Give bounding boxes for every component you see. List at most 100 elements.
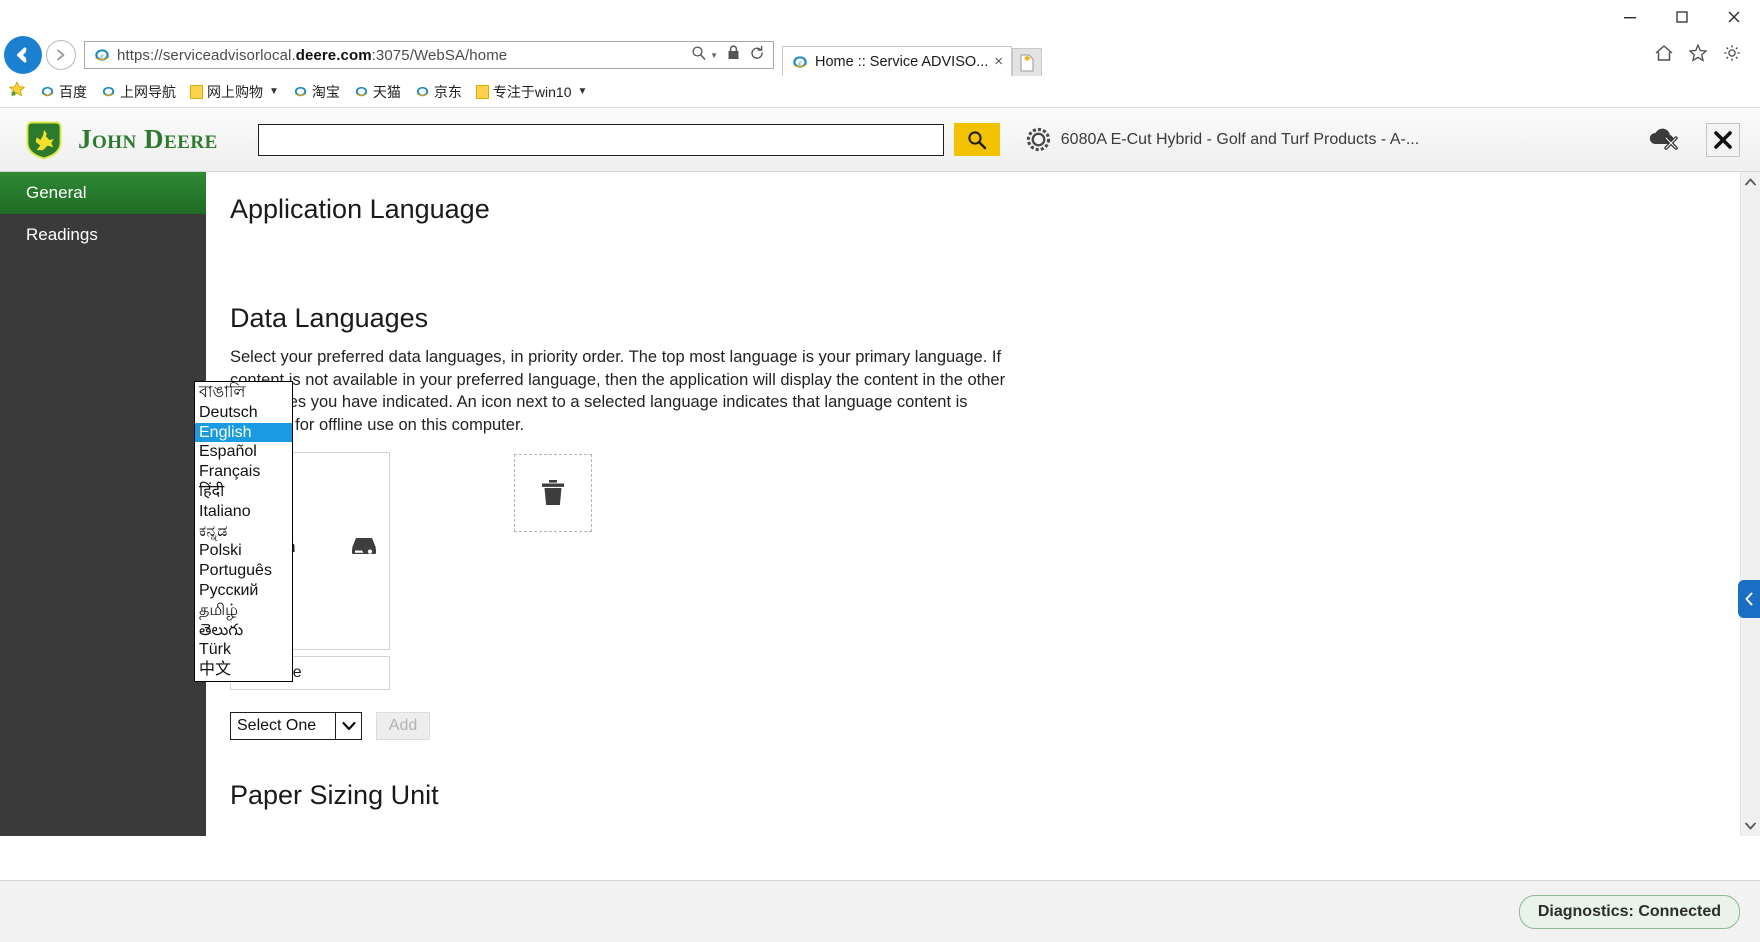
new-tab-button[interactable]: [1012, 48, 1043, 76]
chevron-down-icon[interactable]: [335, 713, 361, 739]
browser-window: e https://serviceadvisorlocal.deere.com:…: [0, 0, 1760, 942]
search-icon: [968, 130, 986, 149]
search-icon[interactable]: [691, 45, 707, 66]
data-languages-heading: Data Languages: [230, 303, 429, 333]
language-selection-area: English: [230, 452, 1720, 690]
sidebar-item-general[interactable]: General: [0, 172, 206, 214]
dropdown-option[interactable]: Türk: [195, 640, 292, 660]
search-button[interactable]: [953, 123, 1000, 156]
chevron-down-icon[interactable]: ▼: [269, 86, 279, 97]
address-bar[interactable]: e https://serviceadvisorlocal.deere.com:…: [84, 41, 774, 69]
close-x-icon: [1714, 130, 1732, 149]
favorite-folder[interactable]: 专注于win10 ▼: [470, 82, 594, 102]
delete-drop-zone[interactable]: [514, 454, 592, 532]
status-bar: Diagnostics: Connected: [0, 880, 1760, 942]
address-bar-icons: ▼: [691, 45, 769, 66]
dropdown-option[interactable]: Polski: [195, 541, 292, 561]
hard-drive-icon: [351, 535, 377, 562]
language-select-value: Select One: [237, 717, 317, 734]
machine-selector[interactable]: 6080A E-Cut Hybrid - Golf and Turf Produ…: [1026, 127, 1419, 152]
dropdown-option[interactable]: ಕನ್ನಡ: [195, 522, 292, 542]
header-search-box[interactable]: [257, 123, 944, 156]
scroll-up-button[interactable]: [1741, 172, 1760, 192]
vertical-scrollbar[interactable]: [1740, 172, 1760, 836]
minimize-button[interactable]: [1604, 0, 1656, 34]
favorites-bar: 百度 上网导航 网上购物 ▼ 淘宝 天猫 京东 专注于win10 ▼: [0, 76, 1760, 108]
gear-icon[interactable]: [1722, 43, 1742, 68]
dropdown-option[interactable]: বাঙালি: [195, 383, 292, 403]
header-actions: [1646, 122, 1746, 157]
ie-icon: e: [792, 55, 808, 68]
dropdown-option[interactable]: తెలుగు: [195, 621, 292, 641]
lock-icon[interactable]: [727, 45, 740, 65]
add-favorite-icon[interactable]: [8, 80, 26, 103]
refresh-icon[interactable]: [749, 45, 765, 66]
back-button[interactable]: [4, 36, 42, 74]
dropdown-option[interactable]: தமிழ்: [195, 601, 292, 621]
dropdown-option[interactable]: Русский: [195, 581, 292, 601]
favorite-item[interactable]: 百度: [34, 82, 93, 102]
dropdown-option[interactable]: 中文: [195, 660, 292, 680]
language-select[interactable]: Select One: [230, 712, 362, 740]
language-dropdown-list[interactable]: বাঙালি Deutsch English Español Français …: [194, 381, 293, 682]
settings-content: Application Language Data Languages Sele…: [206, 172, 1760, 836]
status-badge: Diagnostics: Connected: [1518, 894, 1740, 929]
ie-icon: [415, 86, 429, 97]
app-body: General Readings Application Language Da…: [0, 172, 1760, 836]
tab-title: Home :: Service ADVISO...: [815, 53, 989, 70]
favorite-item[interactable]: 上网导航: [95, 82, 182, 102]
add-language-button[interactable]: Add: [376, 712, 430, 740]
close-button[interactable]: [1708, 0, 1760, 34]
application-language-heading: Application Language: [230, 194, 490, 224]
dropdown-option[interactable]: Deutsch: [195, 403, 292, 423]
sidebar-item-readings[interactable]: Readings: [0, 214, 206, 256]
sidebar-item-label: Readings: [26, 225, 98, 244]
tab-close-icon[interactable]: ×: [994, 53, 1003, 70]
tab-strip: e Home :: Service ADVISO... ×: [782, 34, 1043, 76]
navigation-bar: e https://serviceadvisorlocal.deere.com:…: [0, 34, 1760, 76]
favorite-item[interactable]: 淘宝: [287, 82, 346, 102]
home-icon[interactable]: [1654, 43, 1674, 68]
folder-icon: [190, 84, 203, 99]
browser-tab[interactable]: e Home :: Service ADVISO... ×: [782, 46, 1013, 76]
favorite-label: 淘宝: [311, 83, 340, 100]
cloud-offline-icon[interactable]: [1646, 124, 1680, 155]
favorite-item[interactable]: 天猫: [348, 82, 407, 102]
title-bar: [0, 0, 1760, 34]
url-prefix: https://serviceadvisorlocal.: [117, 46, 296, 64]
dropdown-option[interactable]: Português: [195, 561, 292, 581]
ie-icon: [293, 86, 307, 97]
browser-toolbar-right: [1654, 43, 1752, 68]
dropdown-option[interactable]: Français: [195, 462, 292, 482]
chevron-down-icon[interactable]: ▼: [710, 51, 718, 60]
favorite-label: 百度: [59, 83, 87, 100]
favorite-label: 京东: [433, 83, 462, 100]
ie-logo-icon: e: [94, 49, 110, 61]
machine-name: 6080A E-Cut Hybrid - Golf and Turf Produ…: [1060, 130, 1420, 148]
dropdown-option[interactable]: हिंदी: [195, 482, 292, 502]
close-session-button[interactable]: [1706, 122, 1740, 157]
forward-button[interactable]: [46, 40, 76, 70]
chevron-down-icon[interactable]: ▼: [578, 86, 588, 97]
star-icon[interactable]: [1688, 43, 1708, 68]
ie-icon: [354, 86, 368, 97]
dropdown-option-selected[interactable]: English: [195, 422, 292, 443]
favorite-item[interactable]: 京东: [409, 82, 468, 102]
brand-name: John Deere: [78, 124, 218, 154]
panel-toggle-button[interactable]: [1738, 580, 1760, 618]
scroll-down-button[interactable]: [1741, 816, 1760, 836]
favorite-label: 专注于win10: [492, 83, 572, 100]
data-languages-description: Select your preferred data languages, in…: [230, 348, 1006, 434]
sidebar: General Readings: [0, 172, 206, 836]
ie-icon: [101, 86, 116, 97]
sidebar-item-label: General: [26, 183, 87, 202]
dropdown-option[interactable]: Español: [195, 442, 292, 462]
dropdown-option[interactable]: Italiano: [195, 502, 292, 522]
search-input[interactable]: [258, 124, 943, 155]
chevron-left-icon: [1745, 592, 1753, 606]
trash-icon: [542, 480, 564, 505]
add-language-row: Select One Add: [230, 712, 1720, 740]
folder-icon: [475, 84, 489, 99]
maximize-button[interactable]: [1656, 0, 1708, 34]
favorite-folder[interactable]: 网上购物 ▼: [184, 82, 285, 102]
